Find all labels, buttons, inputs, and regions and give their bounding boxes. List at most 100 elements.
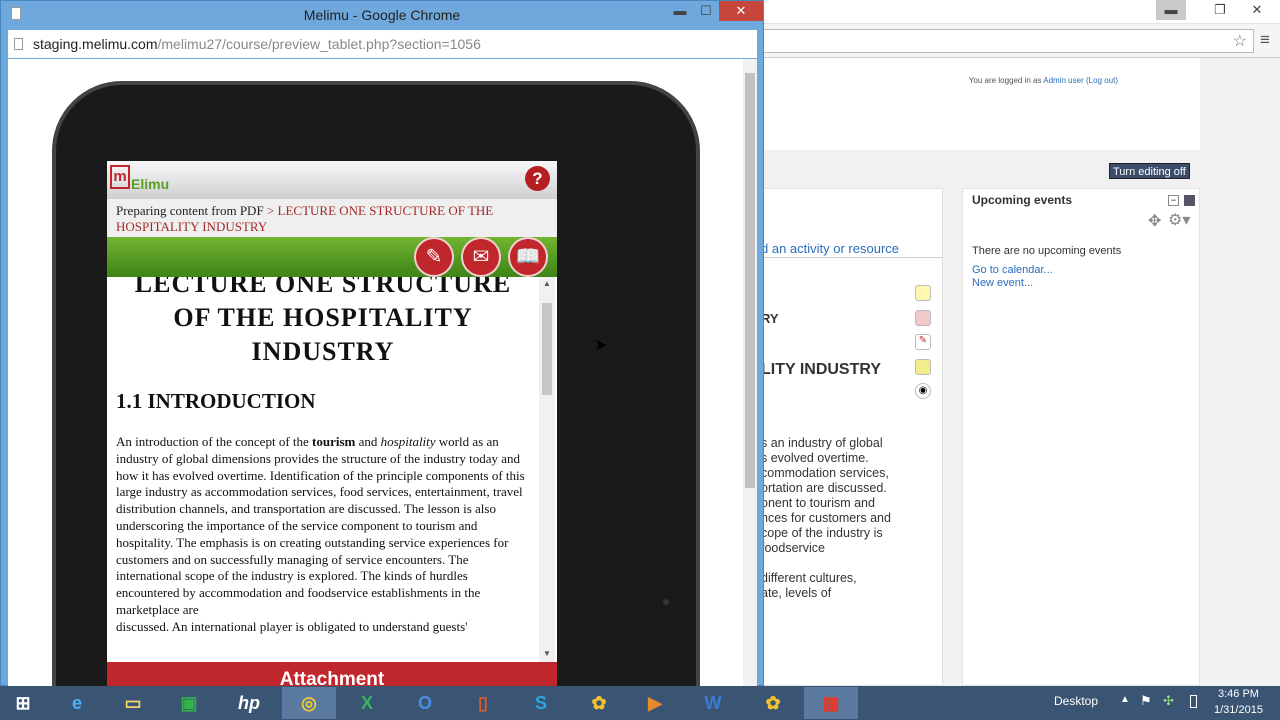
word-icon[interactable]: W [686, 687, 740, 719]
network-icon[interactable]: ⚑ [1140, 693, 1152, 709]
skype-icon[interactable]: S [514, 687, 568, 719]
para-text: An introduction of the concept of the [116, 434, 313, 449]
bg-titlebar: ▬ ❐ ✕ [760, 0, 1280, 24]
body-line: nces for customers and [761, 511, 891, 525]
para-text: and [355, 434, 381, 449]
logout-link[interactable]: (Log out) [1086, 76, 1118, 85]
minimize-icon[interactable]: ▬ [1156, 0, 1186, 20]
content-scrollbar[interactable]: ▲ ▼ [539, 277, 555, 662]
page-scrollbar-thumb[interactable] [745, 73, 755, 488]
upcoming-title: Upcoming events [972, 193, 1073, 207]
scroll-down-icon[interactable]: ▼ [543, 649, 551, 658]
edit-notes-button[interactable]: ✎ [414, 237, 454, 277]
turn-editing-off-button[interactable]: Turn editing off [1109, 163, 1190, 179]
lecture-heading: LECTURE ONE STRUCTURE OF THE HOSPITALITY… [134, 277, 512, 366]
chrome-window[interactable]: Melimu - Google Chrome ▬ ☐ ✕ staging.mel… [0, 0, 764, 687]
breadcrumb-parent[interactable]: Preparing content from PDF [116, 203, 264, 218]
start-icon[interactable]: ⊞ [0, 687, 46, 719]
tray-overflow-icon[interactable]: ▲ [1120, 694, 1130, 705]
login-info: You are logged in as Admin user (Log out… [969, 76, 1118, 85]
address-bar[interactable]: staging.melimu.com/melimu27/course/previ… [8, 30, 757, 58]
mouse-cursor-icon: ➤ [594, 337, 608, 354]
bg-url-field[interactable]: ☆ [760, 29, 1254, 53]
dock-icon[interactable] [1184, 195, 1195, 206]
body-line: s evolved overtime. [761, 451, 869, 465]
bg-header: You are logged in as Admin user (Log out… [760, 58, 1200, 150]
store-icon[interactable]: ▣ [162, 687, 216, 719]
note-icon[interactable] [915, 359, 931, 375]
page-scrollbar[interactable] [743, 59, 757, 687]
sync-icon[interactable]: ✣ [1163, 693, 1174, 709]
lightbulb-icon[interactable] [915, 285, 931, 301]
login-prefix: You are logged in as [968, 76, 1042, 85]
chrome-icon[interactable]: ◎ [282, 687, 336, 719]
battery-icon[interactable] [1190, 695, 1197, 708]
breadcrumb-separator: > [266, 203, 275, 218]
file-explorer-icon[interactable]: ▭ [106, 687, 160, 719]
bookmark-star-icon[interactable]: ☆ [1233, 31, 1247, 51]
body-line: ortation are discussed. [761, 481, 887, 495]
windows-taskbar: ⊞ e ▭ ▣ hp ◎ X O ▯ S ✿ ▶ W ✿ ▦ Desktop ▲… [0, 686, 1280, 720]
section-body-text: s an industry of global s evolved overti… [761, 436, 944, 601]
bg-scrollbar[interactable] [1265, 58, 1280, 686]
office-icon[interactable]: ▯ [456, 687, 510, 719]
new-event-link[interactable]: New event... [972, 277, 1033, 289]
no-events-text: There are no upcoming events [972, 245, 1122, 257]
maximize-icon[interactable]: ☐ [691, 1, 721, 21]
body-line: ate, levels of [761, 586, 832, 600]
pin-icon[interactable]: ✎ [915, 334, 931, 350]
flower-app-icon[interactable]: ✿ [572, 687, 626, 719]
book-button[interactable]: 📖 [508, 237, 548, 277]
scroll-up-icon[interactable]: ▲ [543, 279, 551, 288]
upcoming-events-block: Upcoming events − ✥ ⚙▾ There are no upco… [962, 188, 1200, 686]
intro-paragraph: An introduction of the concept of the to… [116, 434, 530, 619]
clock-time[interactable]: 3:46 PM [1218, 688, 1259, 700]
page-icon [11, 7, 21, 20]
gift-icon[interactable] [915, 310, 931, 326]
internet-explorer-icon[interactable]: e [50, 687, 104, 719]
tablet-side-button [663, 599, 669, 605]
body-line: cope of the industry is [761, 526, 883, 540]
menu-icon[interactable]: ≡ [1260, 30, 1270, 50]
user-link[interactable]: Admin user [1043, 76, 1083, 85]
help-icon[interactable]: ? [525, 166, 550, 191]
eye-icon[interactable]: ◉ [915, 383, 931, 399]
move-icon[interactable]: ✥ [1148, 211, 1161, 231]
flower-app-icon[interactable]: ✿ [746, 687, 800, 719]
media-player-icon[interactable]: ▶ [628, 687, 682, 719]
window-title: Melimu - Google Chrome [303, 7, 461, 23]
app-header: m Elimu ? [107, 161, 557, 199]
discussion-button[interactable]: ✉ [461, 237, 501, 277]
page-viewport: m Elimu ? Preparing content from PDF > L… [8, 59, 757, 687]
bg-page: You are logged in as Admin user (Log out… [760, 58, 1280, 686]
excel-icon[interactable]: X [340, 687, 394, 719]
course-section-panel: d an activity or resource RY LITY INDUST… [760, 188, 943, 686]
body-line: foodservice [761, 541, 825, 555]
close-icon[interactable]: ✕ [1242, 0, 1272, 20]
hp-icon[interactable]: hp [222, 687, 276, 719]
melimu-logo: m [110, 165, 130, 189]
clock-date[interactable]: 1/31/2015 [1214, 704, 1263, 716]
background-browser-window[interactable]: ▬ ❐ ✕ ☆ ≡ You are logged in as Admin use… [760, 0, 1280, 686]
desktop-toolbar-label[interactable]: Desktop [1054, 694, 1098, 708]
attachment-button[interactable]: Attachment [107, 662, 557, 687]
document-content: LECTURE ONE STRUCTURE OF THE HOSPITALITY… [107, 277, 539, 662]
body-line: different cultures, [761, 571, 857, 585]
body-line: commodation services, [761, 466, 889, 480]
bg-address-bar: ☆ ≡ [760, 24, 1280, 58]
section-heading: 1.1 INTRODUCTION [116, 389, 316, 413]
gear-icon[interactable]: ⚙▾ [1168, 210, 1190, 230]
add-activity-link[interactable]: d an activity or resource [761, 241, 899, 256]
outlook-icon[interactable]: O [398, 687, 452, 719]
para-text: world as an industry of global dimension… [116, 434, 525, 617]
collapse-icon[interactable]: − [1168, 195, 1179, 206]
para-bold: tourism [312, 434, 356, 449]
activity-divider [761, 257, 943, 258]
colorful-app-icon[interactable]: ▦ [804, 687, 858, 719]
go-to-calendar-link[interactable]: Go to calendar... [972, 264, 1053, 276]
restore-icon[interactable]: ❐ [1205, 0, 1235, 20]
content-scrollbar-thumb[interactable] [542, 303, 552, 395]
url-path: /melimu27/course/preview_tablet.php?sect… [157, 36, 481, 52]
close-icon[interactable]: ✕ [719, 1, 763, 21]
body-line: s an industry of global [761, 436, 883, 450]
